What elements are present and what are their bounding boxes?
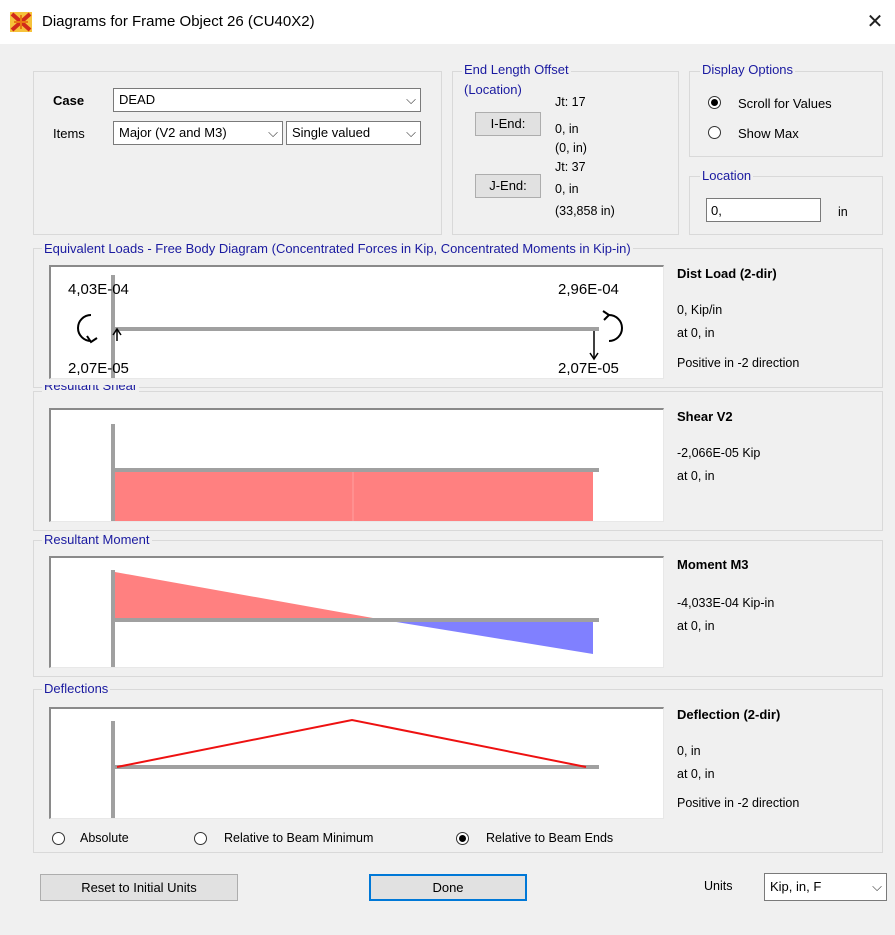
absolute-label[interactable]: Absolute xyxy=(80,831,129,845)
window-title: Diagrams for Frame Object 26 (CU40X2) xyxy=(42,13,315,30)
dist-load-note: Positive in -2 direction xyxy=(677,356,800,370)
scroll-values-label[interactable]: Scroll for Values xyxy=(738,96,832,111)
fbd-plot: 4,03E-04 2,96E-04 2,07E-05 2,07E-05 xyxy=(49,265,664,379)
arrowhead-icon xyxy=(602,310,611,321)
deflection-note: Positive in -2 direction xyxy=(677,796,800,810)
done-button[interactable]: Done xyxy=(369,874,527,901)
relative-ends-label[interactable]: Relative to Beam Ends xyxy=(486,831,613,845)
deflection-at: at 0, in xyxy=(677,767,715,781)
moment-negative-fill xyxy=(384,620,593,654)
i-end-location: (0, in) xyxy=(555,141,587,155)
deflection-value: 0, in xyxy=(677,744,701,758)
moment-arrow-left-icon xyxy=(77,314,92,342)
absolute-radio[interactable] xyxy=(52,832,65,845)
shear-diagram xyxy=(111,424,599,521)
i-joint-label: Jt: 17 xyxy=(555,95,586,109)
shear-fill xyxy=(115,472,593,521)
deflection-plot xyxy=(49,707,664,819)
close-icon[interactable]: ✕ xyxy=(862,10,888,34)
i-end-button[interactable]: I-End: xyxy=(475,112,541,136)
dialog-window: Diagrams for Frame Object 26 (CU40X2) ✕ … xyxy=(0,0,895,935)
offset-subtitle: (Location) xyxy=(462,82,524,97)
fbd-moment-right: 2,96E-04 xyxy=(558,281,619,298)
location-unit: in xyxy=(838,205,848,219)
chevron-down-icon: ⌵ xyxy=(406,92,416,107)
show-max-label[interactable]: Show Max xyxy=(738,126,799,141)
shear-title: Resultant Shear xyxy=(42,385,140,394)
units-select-value: Kip, in, F xyxy=(770,879,822,894)
moment-positive-fill xyxy=(115,572,384,620)
deflection-diagram xyxy=(111,718,599,818)
chevron-down-icon: ⌵ xyxy=(268,125,278,140)
moment-title: Resultant Moment xyxy=(42,532,152,547)
display-options-title: Display Options xyxy=(700,62,796,77)
deflection-title: Deflections xyxy=(42,681,111,696)
items-select[interactable]: Major (V2 and M3) ⌵ xyxy=(113,121,283,145)
items-select-value: Major (V2 and M3) xyxy=(119,125,227,140)
units-select[interactable]: Kip, in, F ⌵ xyxy=(764,873,887,901)
scroll-values-radio[interactable] xyxy=(708,96,721,109)
offset-title: End Length Offset xyxy=(462,62,571,77)
moment-arrow-right-icon xyxy=(608,314,623,342)
moment-plot xyxy=(49,556,664,668)
location-title: Location xyxy=(700,168,754,183)
moment-heading: Moment M3 xyxy=(677,557,749,572)
i-end-value: 0, in xyxy=(555,122,579,136)
chevron-down-icon: ⌵ xyxy=(872,879,882,894)
case-select[interactable]: DEAD ⌵ xyxy=(113,88,421,112)
dist-load-at: at 0, in xyxy=(677,326,715,340)
j-end-button[interactable]: J-End: xyxy=(475,174,541,198)
shear-value: -2,066E-05 Kip xyxy=(677,446,761,460)
shear-heading: Shear V2 xyxy=(677,409,733,424)
display-options-group xyxy=(689,71,883,157)
items-label: Items xyxy=(53,126,85,141)
fbd-shear-left: 2,07E-05 xyxy=(68,360,129,377)
j-joint-label: Jt: 37 xyxy=(555,160,586,174)
fbd-moment-left: 4,03E-04 xyxy=(68,281,129,298)
moment-diagram xyxy=(111,570,599,667)
title-bar: Diagrams for Frame Object 26 (CU40X2) ✕ xyxy=(0,0,895,44)
case-label: Case xyxy=(53,93,85,108)
shear-at: at 0, in xyxy=(677,469,715,483)
valued-select-value: Single valued xyxy=(292,125,371,140)
dist-load-value: 0, Kip/in xyxy=(677,303,723,317)
deflection-curve xyxy=(116,718,587,768)
moment-value: -4,033E-04 Kip-in xyxy=(677,596,775,610)
chevron-down-icon: ⌵ xyxy=(406,125,416,140)
location-input[interactable] xyxy=(706,198,821,222)
fbd-title: Equivalent Loads - Free Body Diagram (Co… xyxy=(42,241,633,256)
app-logo-icon xyxy=(10,12,32,32)
shear-plot xyxy=(49,408,664,522)
show-max-radio[interactable] xyxy=(708,126,721,139)
relative-ends-radio[interactable] xyxy=(456,832,469,845)
units-label: Units xyxy=(704,879,733,893)
dist-load-heading: Dist Load (2-dir) xyxy=(677,266,777,281)
relative-min-radio[interactable] xyxy=(194,832,207,845)
deflection-heading: Deflection (2-dir) xyxy=(677,707,781,722)
fbd-shear-right: 2,07E-05 xyxy=(558,360,619,377)
case-select-value: DEAD xyxy=(119,92,156,107)
relative-min-label[interactable]: Relative to Beam Minimum xyxy=(224,831,373,845)
moment-at: at 0, in xyxy=(677,619,715,633)
valued-select[interactable]: Single valued ⌵ xyxy=(286,121,421,145)
j-end-location: (33,858 in) xyxy=(555,204,615,218)
j-end-value: 0, in xyxy=(555,182,579,196)
reset-units-button[interactable]: Reset to Initial Units xyxy=(40,874,238,901)
